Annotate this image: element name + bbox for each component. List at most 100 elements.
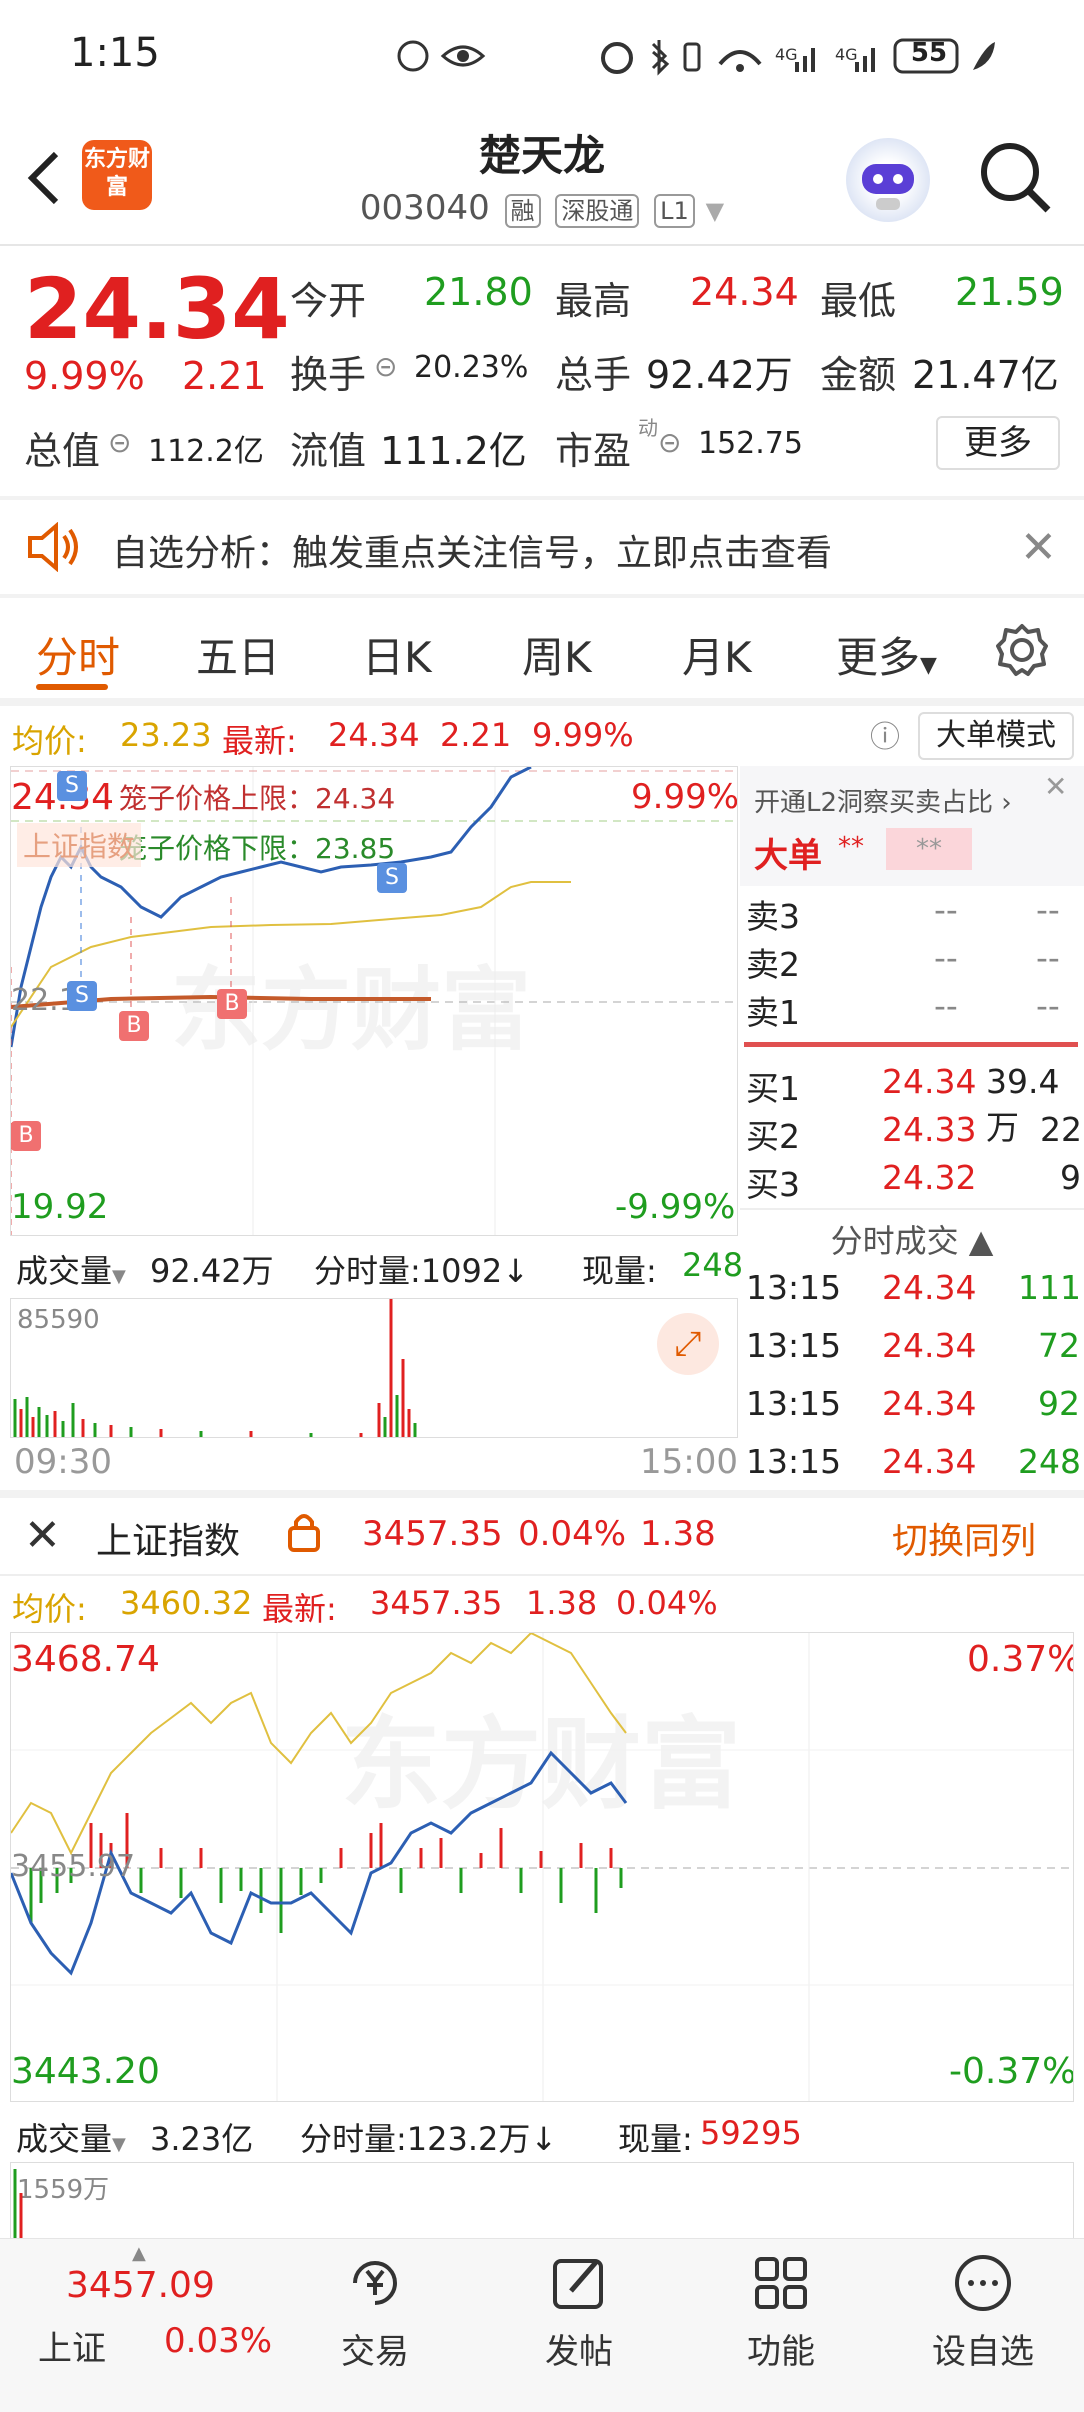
gear-icon[interactable] xyxy=(994,622,1050,682)
bid-row[interactable]: 买1 24.34 39.4万 xyxy=(746,1062,1080,1147)
overlay-index-label[interactable]: 上证指数 xyxy=(17,823,142,867)
sell-marker: S xyxy=(57,771,87,801)
chevron-down-icon: ▼ xyxy=(705,197,725,225)
ask-row[interactable]: 卖2 -- -- xyxy=(746,938,1080,986)
notice-bar[interactable]: 自选分析：触发重点关注信号，立即点击查看 ✕ xyxy=(0,500,1084,594)
ask-label: 卖3 xyxy=(746,897,800,936)
tab-more-label: 更多 xyxy=(836,633,921,682)
l2-banner-text: 开通L2洞察买卖占比 › xyxy=(754,788,1012,818)
volume-value: 92.42万 xyxy=(646,353,793,397)
nav-index-pct: 0.03% xyxy=(164,2321,273,2361)
switch-button[interactable]: 切换同列 xyxy=(892,1512,1036,1564)
trade-time: 13:15 xyxy=(746,1442,842,1481)
nav-trade-label: 交易 xyxy=(341,2332,409,2372)
index-pct: 0.04% xyxy=(518,1514,627,1554)
robot-assistant-icon[interactable] xyxy=(846,138,930,222)
expand-icon[interactable]: ⤢ xyxy=(657,1313,719,1375)
turnover-label: 换手 xyxy=(290,353,367,397)
big-order-mode-button[interactable]: 大单模式 xyxy=(918,712,1074,760)
vol-selector[interactable]: 成交量▼ xyxy=(16,1246,126,1292)
volume-chart[interactable]: 85590 ⤢ xyxy=(10,1298,738,1438)
turnover-value: 20.23% xyxy=(414,350,529,385)
index-chart[interactable]: 东方财富 3468.74 0.37% 3443.20 -0.37% 3455.9… xyxy=(10,1632,1074,2102)
nav-trade[interactable]: 交易 xyxy=(320,2251,430,2373)
grid-icon xyxy=(755,2257,807,2309)
cage-lower-label: 笼子价格下限：23.85 xyxy=(119,832,396,865)
tab-intraday[interactable]: 分时 xyxy=(36,624,120,685)
latest-value: 24.34 xyxy=(328,716,420,754)
vol-tick: 分时量:1092↓ xyxy=(314,1252,530,1290)
bid-row[interactable]: 买2 24.33 22 xyxy=(746,1110,1082,1158)
caret-up-icon: ▲ xyxy=(132,2243,146,2264)
nav-add-watchlist[interactable]: 设自选 xyxy=(918,2251,1048,2373)
index-vol-now: 59295 xyxy=(700,2114,802,2152)
axis-bottom-pct: -9.99% xyxy=(615,1187,736,1227)
tab-five-day[interactable]: 五日 xyxy=(196,624,280,685)
app-header: 东方财富 楚天龙 003040 融 深股通 L1 ▼ xyxy=(0,110,1084,245)
bid-label: 买2 xyxy=(746,1117,800,1156)
status-time: 1:15 xyxy=(70,30,160,76)
bid-price: 24.33 xyxy=(882,1110,977,1149)
tag-level: L1 xyxy=(654,194,695,228)
index-info-row: 均价: 3460.32 最新: 3457.35 1.38 0.04% xyxy=(0,1576,1084,1632)
notice-text: 自选分析：触发重点关注信号，立即点击查看 xyxy=(112,533,833,574)
high-label: 最高 xyxy=(555,279,632,323)
trade-icon xyxy=(353,2261,397,2305)
nav-index-name: 上证 xyxy=(38,2329,106,2369)
trades-title[interactable]: 分时成交 ▲ xyxy=(740,1216,1084,1262)
info-icon[interactable]: ⊝ xyxy=(374,350,397,383)
sell-marker: S xyxy=(67,981,97,1011)
orderbook-panel: 开通L2洞察买卖占比 › ✕ 大单 ** ** 卖3 -- -- 卖2 -- -- 卖1… xyxy=(740,766,1084,1490)
search-icon[interactable] xyxy=(978,140,1054,220)
close-icon[interactable]: ✕ xyxy=(24,1510,61,1561)
index-vol-now-label: 现量: xyxy=(618,2120,693,2158)
more-button[interactable]: 更多 xyxy=(936,416,1060,470)
tab-more[interactable]: 更多▼ xyxy=(836,624,937,685)
ask-row[interactable]: 卖1 -- -- xyxy=(746,986,1080,1034)
trade-time: 13:15 xyxy=(746,1268,842,1307)
pe-label: 市盈 xyxy=(555,429,632,473)
nav-functions[interactable]: 功能 xyxy=(726,2251,836,2373)
bid-price: 24.32 xyxy=(882,1158,977,1197)
svg-text:4G: 4G xyxy=(775,45,798,64)
lock-icon[interactable] xyxy=(286,1510,322,1563)
time-end: 15:00 xyxy=(640,1442,738,1482)
mcap-value: 112.2亿 xyxy=(148,434,264,469)
tab-weekly-k[interactable]: 周K xyxy=(522,624,592,685)
tag-connect: 深股通 xyxy=(555,194,640,228)
trade-row: 13:15 24.34 72 xyxy=(746,1326,1080,1365)
nav-index-ticker[interactable]: ▲ 3457.09 上证 0.03% xyxy=(0,2239,273,2412)
low-value: 21.59 xyxy=(955,270,1064,314)
buy-marker: B xyxy=(11,1121,41,1151)
buy-marker: B xyxy=(217,989,247,1019)
close-icon[interactable]: ✕ xyxy=(1044,770,1067,803)
ask-row[interactable]: 卖3 -- -- xyxy=(746,890,1080,938)
trade-price: 24.34 xyxy=(882,1442,977,1481)
index-latest-label: 最新: xyxy=(262,1590,337,1628)
trade-qty: 72 xyxy=(1038,1326,1080,1365)
bid-label: 买1 xyxy=(746,1069,800,1108)
index-volume-chart[interactable]: 1559万 xyxy=(10,2162,1074,2238)
l2-banner[interactable]: 开通L2洞察买卖占比 › ✕ 大单 ** ** xyxy=(740,766,1084,886)
index-vol-selector[interactable]: 成交量▼ xyxy=(16,2114,126,2160)
bid-price: 24.34 xyxy=(882,1062,977,1101)
ask-qty: -- xyxy=(1036,890,1060,929)
tab-monthly-k[interactable]: 月K xyxy=(682,624,752,685)
info-icon[interactable]: ⊝ xyxy=(658,426,681,459)
bid-row[interactable]: 买3 24.32 9 xyxy=(746,1158,1081,1206)
close-icon[interactable]: ✕ xyxy=(1020,522,1057,573)
help-icon[interactable]: ⓘ xyxy=(870,712,900,756)
index-axis-mid: 3455.97 xyxy=(11,1849,136,1884)
big-order-val1: ** xyxy=(838,832,864,862)
index-volume-row: 成交量▼ 3.23亿 分时量:123.2万↓ 现量: 59295 xyxy=(10,2104,1074,2160)
trade-price: 24.34 xyxy=(882,1268,977,1307)
tab-daily-k[interactable]: 日K xyxy=(362,624,432,685)
info-icon[interactable]: ⊝ xyxy=(108,426,131,459)
bid-qty: 22 xyxy=(1040,1110,1082,1149)
nav-post[interactable]: 发帖 xyxy=(524,2251,634,2373)
index-latest-value: 3457.35 xyxy=(370,1584,503,1622)
low-label: 最低 xyxy=(820,279,897,323)
nav-post-label: 发帖 xyxy=(545,2332,613,2372)
latest-change: 2.21 xyxy=(440,716,512,754)
intraday-chart[interactable]: 东方财富 24.34 9.99% 19.92 -9.99% 22.13 笼子价格… xyxy=(10,766,738,1236)
